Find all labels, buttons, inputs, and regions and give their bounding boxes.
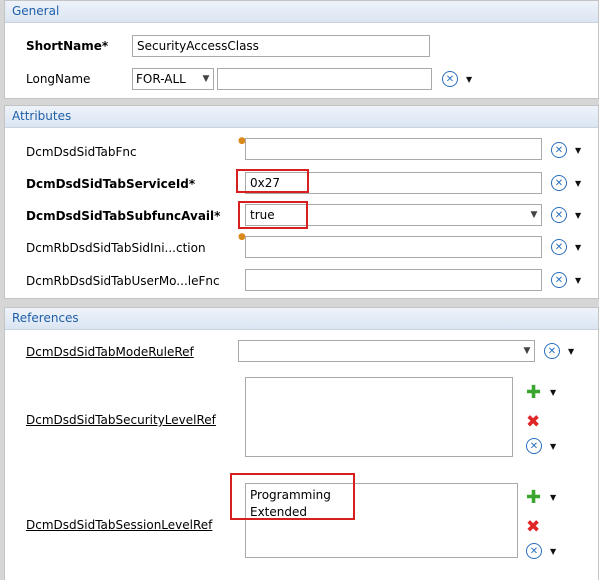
highlight-serviceid xyxy=(236,169,309,193)
triangle-down-icon[interactable]: ▼ xyxy=(575,211,581,220)
chevron-down-icon[interactable]: ▼ xyxy=(527,205,541,225)
chevron-down-icon[interactable]: ▼ xyxy=(520,341,534,361)
longname-label: LongName xyxy=(26,72,91,86)
triangle-down-icon[interactable]: ▼ xyxy=(575,276,581,285)
shortname-input[interactable]: SecurityAccessClass xyxy=(132,35,430,57)
attr-input-usermodefnc[interactable] xyxy=(245,269,542,291)
attr-reset-sidinit[interactable]: ✕ ▼ xyxy=(551,239,581,255)
triangle-down-icon[interactable]: ▼ xyxy=(550,388,556,397)
references-section: References DcmDsdSidTabModeRuleRef ▼ ✕ ▼… xyxy=(4,307,599,580)
ref-reset-securitylevel[interactable]: ✕ ▼ xyxy=(526,438,556,454)
triangle-down-icon[interactable]: ▼ xyxy=(550,442,556,451)
attr-label-usermodefnc: DcmRbDsdSidTabUserMo...leFnc xyxy=(26,274,220,288)
chevron-down-icon[interactable]: ▼ xyxy=(199,69,213,89)
attr-input-sidtabfnc[interactable] xyxy=(245,138,542,160)
longname-reset-control[interactable]: ✕ ▼ xyxy=(442,71,472,87)
reset-x-circle-icon[interactable]: ✕ xyxy=(442,71,458,87)
ref-select-moderule[interactable]: ▼ xyxy=(238,340,535,362)
ref-label-securitylevel[interactable]: DcmDsdSidTabSecurityLevelRef xyxy=(26,413,216,427)
triangle-down-icon[interactable]: ▼ xyxy=(466,75,472,84)
reset-x-circle-icon[interactable]: ✕ xyxy=(551,272,567,288)
reset-x-circle-icon[interactable]: ✕ xyxy=(526,543,542,559)
attr-label-sidtabfnc: DcmDsdSidTabFnc xyxy=(26,145,137,159)
general-section: General ShortName* SecurityAccessClass L… xyxy=(4,0,599,99)
ref-reset-moderule[interactable]: ✕ ▼ xyxy=(544,343,574,359)
attr-label-serviceid: DcmDsdSidTabServiceId* xyxy=(26,177,196,191)
longname-input[interactable] xyxy=(217,68,432,90)
reset-x-circle-icon[interactable]: ✕ xyxy=(551,239,567,255)
ref-reset-sessionlevel[interactable]: ✕ ▼ xyxy=(526,543,556,559)
attr-reset-usermodefnc[interactable]: ✕ ▼ xyxy=(551,272,581,288)
reset-x-circle-icon[interactable]: ✕ xyxy=(544,343,560,359)
highlight-session-items xyxy=(230,473,355,520)
longname-language-select[interactable]: FOR-ALL ▼ xyxy=(132,68,214,90)
ref-label-sessionlevel[interactable]: DcmDsdSidTabSessionLevelRef xyxy=(26,518,212,532)
triangle-down-icon[interactable]: ▼ xyxy=(575,146,581,155)
ref-label-moderule[interactable]: DcmDsdSidTabModeRuleRef xyxy=(26,345,194,359)
longname-language-value: FOR-ALL xyxy=(136,72,186,86)
attr-input-sidinit[interactable] xyxy=(245,236,542,258)
triangle-down-icon[interactable]: ▼ xyxy=(568,347,574,356)
green-plus-icon[interactable]: ✚ xyxy=(526,384,541,402)
attributes-header[interactable]: Attributes xyxy=(5,106,598,128)
reset-x-circle-icon[interactable]: ✕ xyxy=(526,438,542,454)
ref-list-securitylevel[interactable] xyxy=(245,377,513,457)
triangle-down-icon[interactable]: ▼ xyxy=(550,547,556,556)
red-x-icon[interactable]: ✖ xyxy=(526,414,540,431)
attr-reset-serviceid[interactable]: ✕ ▼ xyxy=(551,175,581,191)
reset-x-circle-icon[interactable]: ✕ xyxy=(551,207,567,223)
highlight-subfuncavail xyxy=(238,201,308,229)
shortname-label: ShortName* xyxy=(26,39,109,53)
triangle-down-icon[interactable]: ▼ xyxy=(575,243,581,252)
green-plus-icon[interactable]: ✚ xyxy=(526,489,541,507)
general-header[interactable]: General xyxy=(5,1,598,23)
reset-x-circle-icon[interactable]: ✕ xyxy=(551,175,567,191)
attr-label-sidinit: DcmRbDsdSidTabSidIni...ction xyxy=(26,241,206,255)
attr-reset-sidtabfnc[interactable]: ✕ ▼ xyxy=(551,142,581,158)
triangle-down-icon[interactable]: ▼ xyxy=(575,179,581,188)
red-x-icon[interactable]: ✖ xyxy=(526,519,540,536)
attr-label-subfuncavail: DcmDsdSidTabSubfuncAvail* xyxy=(26,209,221,223)
triangle-down-icon[interactable]: ▼ xyxy=(550,493,556,502)
attr-reset-subfuncavail[interactable]: ✕ ▼ xyxy=(551,207,581,223)
references-header[interactable]: References xyxy=(5,308,598,330)
reset-x-circle-icon[interactable]: ✕ xyxy=(551,142,567,158)
